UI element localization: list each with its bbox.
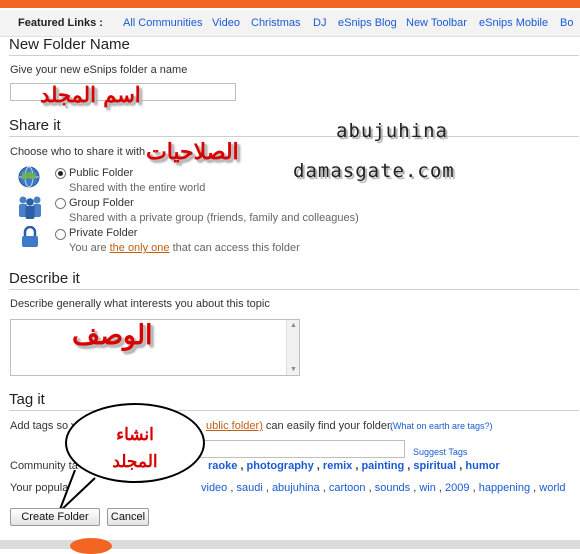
featured-link-esnips-mobile[interactable]: eSnips Mobile <box>479 10 548 36</box>
create-folder-button[interactable]: Create Folder <box>10 508 100 526</box>
tag-hint-rest: ublic folder) can easily find your folde… <box>206 420 393 432</box>
overlay-create-arabic-line2: المجلد <box>112 452 158 472</box>
popular-tag[interactable]: video <box>201 482 227 494</box>
popular-tag[interactable]: 2009 <box>445 482 469 494</box>
only-one-link[interactable]: the only one <box>110 242 170 254</box>
cancel-button[interactable]: Cancel <box>107 508 149 526</box>
popular-tag[interactable]: sounds <box>375 482 410 494</box>
featured-link-new-toolbar[interactable]: New Toolbar <box>406 10 467 36</box>
group-folder-desc: Shared with a private group (friends, fa… <box>69 212 359 224</box>
overlay-permissions-arabic: الصلاحيات <box>146 139 239 165</box>
private-folder-desc: You are the only one that can access thi… <box>69 242 300 254</box>
overlay-folder-name-arabic: اسم المجلد <box>40 82 141 107</box>
section-divider <box>9 136 579 137</box>
popular-tag[interactable]: world <box>539 482 565 494</box>
radio-group-folder[interactable] <box>55 198 66 209</box>
scroll-up-icon[interactable]: ▲ <box>290 322 297 329</box>
popular-tag[interactable]: abujuhina <box>272 482 320 494</box>
watermark-site: damasgate.com <box>293 160 455 182</box>
describe-hint: Describe generally what interests you ab… <box>10 298 270 310</box>
share-hint: Choose who to share it with <box>10 146 146 158</box>
public-folder-label: Public Folder <box>69 167 134 179</box>
featured-link-video[interactable]: Video <box>212 10 240 36</box>
watermark-name: abujuhina <box>336 120 448 142</box>
bottom-orange-shape <box>70 538 112 554</box>
section-divider <box>9 55 579 56</box>
featured-links-bar: Featured Links : All Communities Video C… <box>0 10 580 37</box>
featured-link-more[interactable]: Bo <box>560 10 573 36</box>
popular-tag[interactable]: win <box>419 482 436 494</box>
new-folder-title: New Folder Name <box>9 36 130 53</box>
public-folder-desc: Shared with the entire world <box>69 182 206 194</box>
group-icon <box>19 196 41 219</box>
group-folder-label: Group Folder <box>69 197 134 209</box>
community-tag[interactable]: painting <box>361 460 404 472</box>
radio-private-folder[interactable] <box>55 229 66 240</box>
community-tag[interactable]: raoke <box>208 460 237 472</box>
tags-input[interactable] <box>200 440 405 458</box>
public-folder-link[interactable]: ublic folder) <box>206 420 263 432</box>
community-tags-list: raoke , photography , remix , painting ,… <box>208 460 500 472</box>
description-scrollbar[interactable]: ▲ ▼ <box>286 320 299 375</box>
tag-title: Tag it <box>9 391 45 408</box>
radio-public-folder[interactable] <box>55 168 66 179</box>
featured-link-christmas[interactable]: Christmas <box>251 10 301 36</box>
featured-link-dj[interactable]: DJ <box>313 10 326 36</box>
describe-title: Describe it <box>9 270 80 287</box>
popular-tag[interactable]: saudi <box>236 482 262 494</box>
private-desc-suffix: that can access this folder <box>172 242 300 254</box>
private-desc-prefix: You are <box>69 242 107 254</box>
section-divider <box>9 289 579 290</box>
suggest-tags-link[interactable]: Suggest Tags <box>413 447 467 457</box>
community-tag[interactable]: photography <box>247 460 314 472</box>
popular-tags-list: video , saudi , abujuhina , cartoon , so… <box>201 482 566 494</box>
community-tag[interactable]: spiritual <box>413 460 456 472</box>
scroll-down-icon[interactable]: ▼ <box>290 366 297 373</box>
overlay-description-arabic: الوصف <box>72 320 153 351</box>
description-textarea[interactable]: ▲ ▼ <box>10 319 300 376</box>
top-brand-bar <box>0 0 580 8</box>
private-folder-label: Private Folder <box>69 227 138 239</box>
tag-hint-suffix: can easily find your folder. <box>265 420 394 432</box>
popular-tag[interactable]: happening <box>479 482 530 494</box>
overlay-create-arabic-line1: انشاء <box>116 425 154 445</box>
featured-link-esnips-blog[interactable]: eSnips Blog <box>338 10 397 36</box>
globe-icon <box>18 166 40 188</box>
featured-link-all-communities[interactable]: All Communities <box>123 10 202 36</box>
community-tag[interactable]: remix <box>323 460 352 472</box>
lock-icon <box>22 226 38 247</box>
featured-links-label: Featured Links : <box>18 17 103 29</box>
share-title: Share it <box>9 117 61 134</box>
what-are-tags-link[interactable]: (What on earth are tags?) <box>390 421 493 431</box>
community-tag[interactable]: humor <box>465 460 499 472</box>
new-folder-hint: Give your new eSnips folder a name <box>10 64 188 76</box>
popular-tag[interactable]: cartoon <box>329 482 366 494</box>
